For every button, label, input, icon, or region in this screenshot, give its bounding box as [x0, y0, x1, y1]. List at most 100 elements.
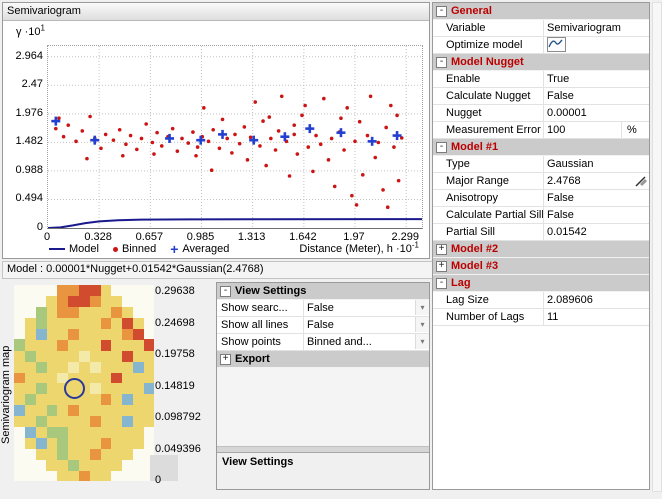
section-view-settings[interactable]: - View Settings [217, 283, 429, 300]
collapse-icon[interactable]: - [436, 277, 447, 289]
heatmap-cell [89, 339, 101, 351]
heatmap-cell [78, 437, 90, 449]
property-value[interactable]: 2.089606 [543, 292, 649, 308]
property-value[interactable] [543, 37, 649, 53]
heatmap-cell [132, 404, 144, 417]
heatmap-cell [143, 339, 155, 351]
property-value[interactable]: 2.4768 [543, 173, 649, 189]
heatmap-cell [24, 437, 36, 449]
heatmap-cell [67, 361, 79, 373]
property-row-calculate-partial-sill[interactable]: Calculate Partial Sill False [433, 207, 649, 224]
property-value[interactable]: 0.00001 [543, 105, 649, 121]
property-value[interactable]: False ▾ [303, 300, 429, 316]
collapse-icon[interactable]: - [436, 5, 447, 17]
expand-icon[interactable]: + [436, 260, 447, 272]
property-row-show-searc[interactable]: Show searc... False ▾ [217, 300, 429, 317]
heatmap-cell [132, 361, 144, 373]
heatmap-cell [57, 448, 69, 460]
property-row-major-range[interactable]: Major Range 2.4768 [433, 173, 649, 190]
semivariogram-chart[interactable] [47, 46, 423, 229]
x-tick-label: 0.657 [135, 231, 164, 243]
property-value-text: False [307, 302, 334, 314]
heatmap-cell [89, 459, 101, 471]
heatmap-cell [78, 404, 90, 417]
heatmap-cell [57, 470, 69, 482]
property-row-lag-size[interactable]: Lag Size 2.089606 [433, 292, 649, 309]
heatmap-cell [132, 372, 144, 384]
view-settings-filler [217, 368, 429, 447]
heatmap-cell [110, 459, 123, 471]
heatmap-cell [110, 361, 123, 373]
dropdown-arrow-icon[interactable]: ▾ [415, 300, 429, 315]
collapse-icon[interactable]: - [436, 56, 447, 68]
property-value[interactable]: True [543, 71, 649, 87]
y-tick-label: 1.482 [15, 135, 43, 148]
heatmap-cell [24, 361, 36, 373]
property-value[interactable]: Binned and... ▾ [303, 334, 429, 350]
property-row-show-points[interactable]: Show points Binned and... ▾ [217, 334, 429, 351]
semivariogram-map[interactable] [14, 285, 155, 482]
property-row-type[interactable]: Type Gaussian [433, 156, 649, 173]
scrollbar-track[interactable] [652, 2, 662, 492]
property-value[interactable]: 11 [543, 309, 649, 325]
heatmap-cell [78, 295, 90, 308]
dropdown-arrow-icon[interactable]: ▾ [415, 317, 429, 332]
heatmap-cell [46, 350, 58, 362]
section-model-2[interactable]: + Model #2 [433, 241, 649, 258]
collapse-icon[interactable]: - [220, 285, 231, 297]
property-row-show-all-lines[interactable]: Show all lines False ▾ [217, 317, 429, 334]
semivariogram-plot[interactable] [47, 45, 423, 229]
heatmap-cell [46, 448, 58, 460]
unit-cell[interactable]: % [621, 122, 649, 138]
property-name: Major Range [446, 175, 509, 187]
property-row-measurement-error[interactable]: Measurement Error 100% [433, 122, 649, 139]
heatmap-cell [67, 404, 79, 417]
property-row-partial-sill[interactable]: Partial Sill 0.01542 [433, 224, 649, 241]
expand-icon[interactable]: + [436, 243, 447, 255]
section-general[interactable]: - General [433, 3, 649, 20]
section-model-3[interactable]: + Model #3 [433, 258, 649, 275]
property-row-variable[interactable]: Variable Semivariogram [433, 20, 649, 37]
section-model-1[interactable]: - Model #1 [433, 139, 649, 156]
heatmap-cell [121, 437, 133, 449]
property-name: Show all lines [221, 319, 289, 331]
property-value-text: Semivariogram [547, 22, 621, 34]
collapse-icon[interactable]: - [436, 141, 447, 153]
property-row-nugget[interactable]: Nugget 0.00001 [433, 105, 649, 122]
heatmap-cell [14, 350, 26, 362]
geostatistical-wizard-window: Semivariogram γ ·101 0 0.494 0.988 1.482 1.9… [0, 0, 662, 499]
property-value[interactable]: False [543, 207, 649, 223]
scale-value: 0 [155, 474, 162, 486]
property-row-number-of-lags[interactable]: Number of Lags 11 [433, 309, 649, 326]
property-value[interactable]: 100 [543, 122, 621, 138]
section-model-nugget[interactable]: - Model Nugget [433, 54, 649, 71]
expand-icon[interactable]: + [220, 353, 231, 365]
heatmap-cell [78, 459, 90, 471]
property-name: Show points [221, 336, 281, 348]
property-value[interactable]: False [543, 88, 649, 104]
property-row-enable[interactable]: Enable True [433, 71, 649, 88]
heatmap-cell [35, 426, 47, 438]
heatmap-cell [57, 317, 69, 329]
section-lag[interactable]: - Lag [433, 275, 649, 292]
heatmap-cell [57, 361, 69, 373]
property-value[interactable]: False [543, 190, 649, 206]
property-row-optimize-model[interactable]: Optimize model [433, 37, 649, 54]
dropdown-arrow-icon[interactable]: ▾ [415, 334, 429, 349]
heatmap-cell [35, 404, 47, 417]
optimize-model-icon[interactable] [547, 37, 566, 52]
property-value[interactable]: False ▾ [303, 317, 429, 333]
heatmap-cell [132, 350, 144, 362]
property-value[interactable]: Semivariogram [543, 20, 649, 36]
heatmap-cell [35, 328, 47, 340]
heatmap-cell [78, 415, 90, 427]
property-value-text: Binned and... [307, 336, 372, 348]
y-tick-label: 2.47 [21, 78, 43, 91]
property-row-calculate-nugget[interactable]: Calculate Nugget False [433, 88, 649, 105]
property-value[interactable]: Gaussian [543, 156, 649, 172]
property-value[interactable]: 0.01542 [543, 224, 649, 240]
property-row-anisotropy[interactable]: Anisotropy False [433, 190, 649, 207]
slider-icon[interactable] [635, 175, 648, 187]
section-export[interactable]: + Export [217, 351, 429, 368]
heatmap-cell [35, 415, 47, 427]
